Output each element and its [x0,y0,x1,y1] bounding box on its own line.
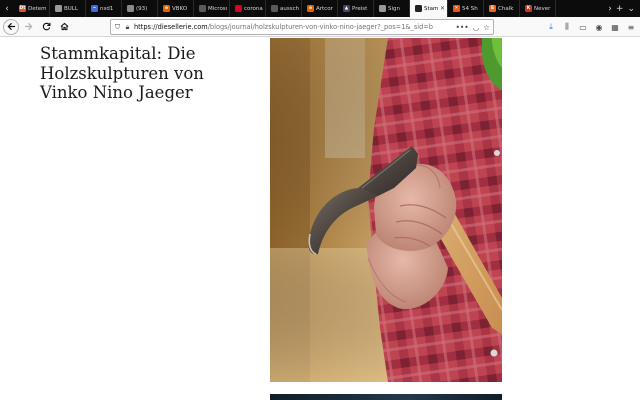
tab-scroll-left-icon[interactable]: ‹ [0,0,14,17]
tab-scroll-right-icon[interactable]: › [608,4,612,14]
tab-label: Detem [28,5,47,12]
browser-tab[interactable]: e Artcor [302,0,338,17]
tab-list: DtDetemBULL~nsd1(93)eVBKÖMicrosofcoronaa… [14,0,603,17]
forward-button[interactable] [20,18,37,35]
url-path: /blogs/journal/holzskulpturen-von-vinko-… [207,23,433,31]
browser-tab[interactable]: ▲ Preist [338,0,374,17]
article-title: Stammkapital: Die Holzskulpturen von Vin… [40,44,204,102]
arrow-left-icon [7,22,15,31]
browser-tab[interactable]: corona [230,0,266,17]
shield-icon[interactable]: ⛉ [114,23,121,32]
x-square-icon: ✕ [453,5,460,12]
tab-label: (93) [136,5,148,12]
tab-label: ausschreib [280,5,299,12]
n-circle-icon: K [525,5,532,12]
next-article-image [270,394,502,400]
browser-tab[interactable]: ✕ 54 Sh [448,0,484,17]
account-icon[interactable]: ◉ [594,23,604,32]
browser-tab[interactable]: Dt Detem [14,0,50,17]
tab-label: Artcor [316,5,333,12]
tab-label: Never [534,5,551,12]
browser-tab[interactable]: Stamm✕ [410,0,448,17]
browser-tab[interactable]: ausschreib [266,0,302,17]
tab-close-icon[interactable]: ✕ [440,5,445,12]
browser-tab[interactable]: Sign [374,0,410,17]
triangle-icon: ▲ [343,5,350,12]
home-icon [60,22,69,31]
back-button[interactable] [3,18,19,35]
dark-square-icon [415,5,422,12]
document-icon [55,5,62,12]
tab-label: Stamm [424,5,438,12]
arrow-right-icon [24,22,33,31]
pocket-icon[interactable]: ◡ [473,23,480,32]
browser-tab[interactable]: BULL [50,0,86,17]
library-icon[interactable]: ⫼ [562,22,572,32]
page-actions-icon[interactable]: ••• [455,23,468,32]
circle-icon [379,5,386,12]
download-icon[interactable]: ⤓ [546,22,556,32]
toolbar-right: ⤓ ⫼ ▭ ◉ ▦ ≡ [546,19,636,35]
wave-icon: ~ [91,5,98,12]
sidebar-icon[interactable]: ▭ [578,23,588,32]
browser-tab[interactable]: ~ nsd1 [86,0,122,17]
browser-tab[interactable]: (93) [122,0,158,17]
hero-photo [270,38,502,382]
tab-label: VBKÖ [172,5,188,12]
blank-icon [271,5,278,12]
red-circle-icon [235,5,242,12]
extensions-icon[interactable]: ▦ [610,23,620,32]
url-domain: https://diesellerie.com [134,23,208,31]
tab-label: 54 Sh [462,5,478,12]
reload-icon [42,22,51,31]
reload-button[interactable] [38,18,55,35]
tab-label: corona [244,5,263,12]
e-icon: e [307,5,314,12]
url-actions: ••• ◡ ☆ [455,23,490,32]
tab-label: Microsof [208,5,227,12]
browser-tab[interactable]: E Chalk [484,0,520,17]
menu-icon[interactable]: ≡ [626,23,636,32]
tab-strip: ‹ DtDetemBULL~nsd1(93)eVBKÖMicrosofcoron… [0,0,640,17]
browser-tab[interactable]: K Never [520,0,556,17]
tab-label: nsd1 [100,5,114,12]
e-icon: e [163,5,170,12]
url-text[interactable]: https://diesellerie.com/blogs/journal/ho… [134,23,452,31]
tab-label: BULL [64,5,78,12]
bookmark-star-icon[interactable]: ☆ [483,23,490,32]
new-tab-icon[interactable]: + [616,4,624,14]
image-icon [127,5,134,12]
tab-label: Sign [388,5,400,12]
navigation-toolbar: ⛉ 🔒︎ https://diesellerie.com/blogs/journ… [0,17,640,37]
tab-label: Chalk [498,5,514,12]
browser-tab[interactable]: e VBKÖ [158,0,194,17]
article-hero-image [270,38,502,382]
tab-strip-controls: › + ⌄ [603,0,640,17]
lock-icon[interactable]: 🔒︎ [124,23,131,32]
tab-list-menu-icon[interactable]: ⌄ [627,4,635,14]
url-bar[interactable]: ⛉ 🔒︎ https://diesellerie.com/blogs/journ… [110,19,494,35]
browser-tab[interactable]: Microsof [194,0,230,17]
page-content: Stammkapital: Die Holzskulpturen von Vin… [0,38,640,400]
e-square-icon: E [489,5,496,12]
tab-favicon-letters: Dt [19,5,26,12]
home-button[interactable] [56,18,73,35]
tab-label: Preist [352,5,368,12]
blank-icon [199,5,206,12]
